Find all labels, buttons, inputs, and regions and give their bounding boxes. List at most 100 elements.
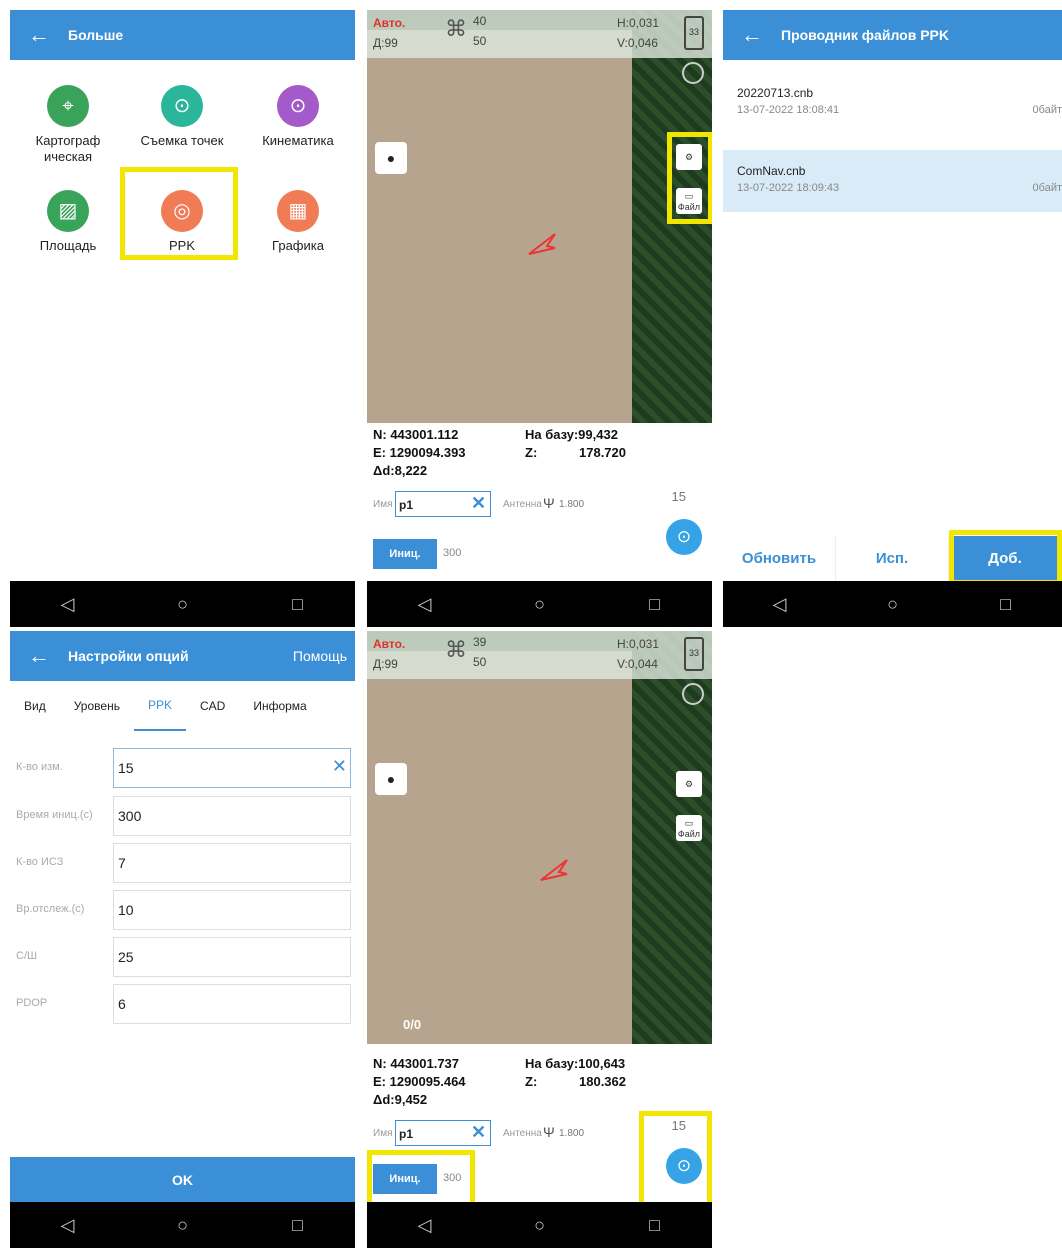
antenna-icon: Ψ [543,1124,555,1140]
delta-d-value: Δd:8,222 [373,463,428,478]
antenna-label: Антенна [503,499,542,510]
nav-back-icon[interactable]: ◁ [395,1215,455,1236]
system-nav-bar: ◁ ○ □ [723,581,1062,627]
file-date: 13-07-2022 18:09:43 [737,182,840,194]
z-value: 178.720 [579,445,626,460]
position-arrow-icon [528,233,556,255]
name-label: Имя [373,1128,393,1139]
highlight-box [367,1150,475,1210]
tool-cartographic[interactable]: ⌖ Картограф ическая [13,85,123,165]
tab-cad[interactable]: CAD [186,681,239,731]
easting-value: E: 1290095.464 [373,1074,466,1089]
settings-icon[interactable]: ⚙ [676,771,702,797]
z-label: Z: [525,445,538,460]
field-label: К-во ИСЗ [16,856,64,868]
coordinates-panel: N: 443001.112 E: 1290094.393 Δd:8,222 На… [367,423,712,581]
snr-input[interactable]: 25 [113,937,351,977]
field-sat-count: К-во ИСЗ 7 [10,843,355,883]
tool-kinematic[interactable]: ⊙ Кинематика [243,85,353,149]
tool-graphics[interactable]: ▦ Графика [243,190,353,254]
tab-ppk[interactable]: PPK [133,681,186,731]
record-point-button[interactable]: ⊙ [666,519,702,555]
tool-label: Картограф ическая [35,133,101,164]
sat-count-input[interactable]: 7 [113,843,351,883]
sat-count-visible: 50 [473,655,487,669]
options-settings-screen: ← Настройки опций Помощь Вид Уровень PPK… [10,631,355,1248]
easting-value: E: 1290094.393 [373,445,466,460]
use-button[interactable]: Исп. [836,536,949,581]
init-button[interactable]: Иниц. [373,539,437,569]
app-bar: ← Настройки опций Помощь [10,631,355,681]
v-precision: V:0,046 [617,36,658,50]
file-label: Файл [677,828,701,839]
antenna-height[interactable]: 1.800 [559,499,584,510]
clear-icon[interactable]: ✕ [471,493,486,514]
battery-icon: 33 [684,637,704,671]
tool-point-survey[interactable]: ⊙ Съемка точек [127,85,237,149]
tab-view[interactable]: Вид [10,681,60,731]
file-item[interactable]: 20220713.cnb 13-07-2022 18:08:41 0байт [723,72,1062,134]
init-time: 300 [443,547,462,559]
pdop-input[interactable]: 6 [113,984,351,1024]
field-label: Время иниц.(с) [16,809,93,821]
system-nav-bar: ◁ ○ □ [367,581,712,627]
screen-title: Проводник файлов PPK [781,27,949,43]
init-time-input[interactable]: 300 [113,796,351,836]
file-item-selected[interactable]: ComNav.cnb 13-07-2022 18:09:43 0байт [723,150,1062,212]
sat-count-visible: 50 [473,34,487,48]
compass-icon[interactable] [682,683,704,705]
locate-icon[interactable]: ● [375,142,407,174]
nav-home-icon[interactable]: ○ [863,594,923,615]
back-arrow-icon[interactable]: ← [10,643,68,669]
tool-label: Площадь [39,238,97,253]
app-bar: ← Проводник файлов PPK [723,10,1062,60]
gnss-status-bar: Авто. Д:99 ⌘ 40 50 H:0,031 V:0,046 33 [367,10,712,58]
nav-recent-icon[interactable]: □ [976,594,1036,615]
locate-icon[interactable]: ● [375,763,407,795]
measure-count-input[interactable]: 15 [113,748,351,788]
more-screen: ← Больше ⌖ Картограф ическая ⊙ Съемка то… [10,10,355,627]
help-button[interactable]: Помощь [293,648,355,664]
back-arrow-icon[interactable]: ← [10,22,68,48]
compass-icon[interactable] [682,62,704,84]
epoch-count: 15 [671,489,686,504]
clear-icon[interactable]: ✕ [332,756,347,777]
antenna-height[interactable]: 1.800 [559,1128,584,1139]
nav-recent-icon[interactable]: □ [268,1215,328,1236]
ok-button[interactable]: OK [10,1157,355,1202]
tab-level[interactable]: Уровень [60,681,134,731]
nav-back-icon[interactable]: ◁ [38,1215,98,1236]
file-button[interactable]: ▭ Файл [676,815,702,841]
field-area [367,30,667,423]
nav-home-icon[interactable]: ○ [510,1215,570,1236]
progress-counter: 0/0 [403,1017,422,1032]
clear-icon[interactable]: ✕ [471,1122,486,1143]
battery-icon: 33 [684,16,704,50]
nav-home-icon[interactable]: ○ [510,594,570,615]
map-view[interactable] [367,10,712,423]
screen-title: Больше [68,27,124,43]
highlight-box [120,167,238,260]
nav-home-icon[interactable]: ○ [153,594,213,615]
mode-text: Авто. [373,16,406,30]
nav-recent-icon[interactable]: □ [268,594,328,615]
track-time-input[interactable]: 10 [113,890,351,930]
tab-info[interactable]: Информа [239,681,320,731]
antenna-icon: Ψ [543,495,555,511]
map-view[interactable]: 0/0 [367,631,712,1044]
nav-recent-icon[interactable]: □ [625,1215,685,1236]
refresh-button[interactable]: Обновить [723,536,836,581]
field-measure-count: К-во изм. 15 ✕ [10,748,355,788]
nav-back-icon[interactable]: ◁ [38,594,98,615]
nav-back-icon[interactable]: ◁ [395,594,455,615]
file-size: 0байт [1032,182,1062,194]
app-bar: ← Больше [10,10,355,60]
tool-label: Съемка точек [140,133,224,148]
sat-count-used: 39 [473,635,487,649]
tool-area[interactable]: ▨ Площадь [13,190,123,254]
nav-back-icon[interactable]: ◁ [750,594,810,615]
nav-recent-icon[interactable]: □ [625,594,685,615]
settings-tabs: Вид Уровень PPK CAD Информа [10,681,355,731]
back-arrow-icon[interactable]: ← [723,22,781,48]
nav-home-icon[interactable]: ○ [153,1215,213,1236]
